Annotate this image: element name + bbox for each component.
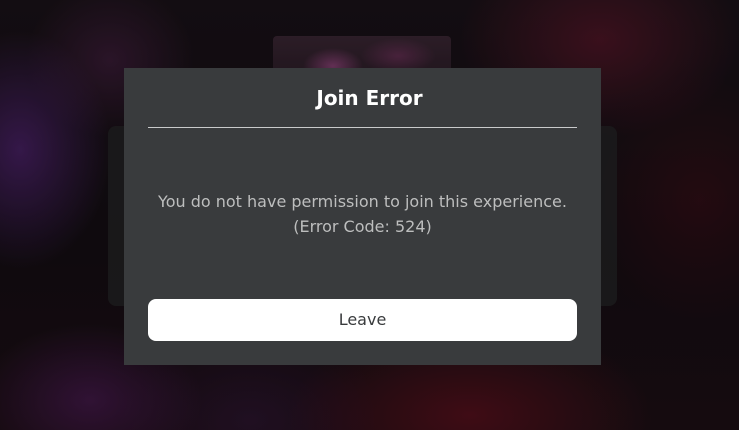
error-code-text: (Error Code: 524) bbox=[293, 217, 432, 236]
title-divider bbox=[148, 127, 577, 128]
error-message-text: You do not have permission to join this … bbox=[158, 192, 567, 211]
game-scene: Join Error You do not have permission to… bbox=[0, 0, 739, 430]
error-message: You do not have permission to join this … bbox=[124, 189, 601, 239]
leave-button[interactable]: Leave bbox=[148, 299, 577, 341]
dialog-title: Join Error bbox=[316, 86, 423, 110]
